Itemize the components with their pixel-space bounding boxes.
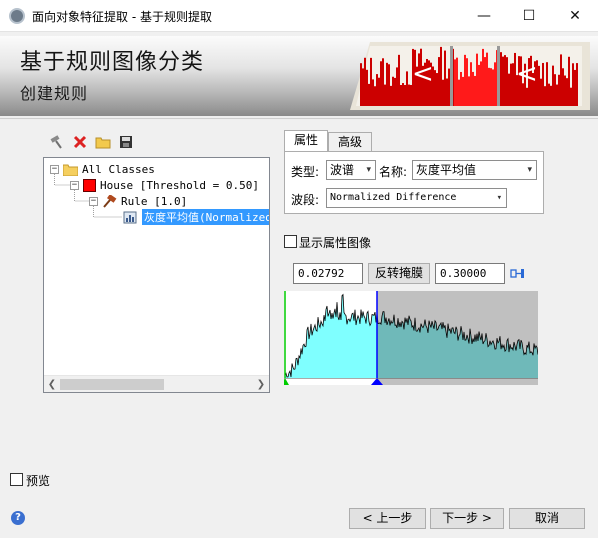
tree-horizontal-scrollbar[interactable]: ❮ ❯	[44, 375, 269, 392]
minimize-button[interactable]: —	[461, 0, 507, 31]
lock-range-icon[interactable]	[510, 266, 526, 282]
type-value: 波谱	[330, 163, 355, 177]
preview-checkbox[interactable]	[10, 473, 23, 486]
scroll-left-icon[interactable]: ❮	[44, 376, 60, 392]
preview-label: 预览	[26, 474, 51, 488]
banner-subtitle: 创建规则	[20, 84, 89, 103]
tree-connector-lines	[54, 174, 122, 218]
maximize-button[interactable]: ☐	[506, 0, 552, 31]
property-tabs: 属性 高级	[284, 130, 373, 152]
banner-divider	[0, 118, 598, 119]
wizard-banner: 基于规则图像分类 创建规则 < <	[0, 36, 598, 116]
app-icon	[9, 8, 25, 24]
minimize-icon: —	[477, 7, 491, 24]
band-value: Normalized Difference	[330, 192, 457, 203]
name-value: 灰度平均值	[416, 163, 477, 177]
class-tree[interactable]: − All Classes − House [Threshold = 0.50]…	[43, 157, 270, 393]
dropdown-caret-icon: ▾	[366, 165, 371, 175]
banner-title: 基于规则图像分类	[20, 50, 205, 75]
next-button[interactable]: 下一步 >	[430, 508, 504, 529]
type-label: 类型:	[291, 165, 320, 179]
open-folder-icon	[95, 137, 111, 149]
back-button[interactable]: < 上一步	[349, 508, 426, 529]
delete-button[interactable]	[71, 133, 89, 151]
scrollbar-thumb[interactable]	[60, 379, 164, 390]
close-icon: ✕	[569, 7, 581, 24]
rule-toolbar	[48, 133, 135, 151]
save-button[interactable]	[117, 133, 135, 151]
delete-icon	[73, 135, 87, 149]
help-icon[interactable]: ?	[11, 511, 25, 525]
dropdown-caret-icon: ▾	[527, 165, 532, 175]
properties-panel: 类型: 波谱 ▾ 名称: 灰度平均值 ▾ 波段: Normalized Diff…	[284, 151, 544, 214]
attribute-histogram[interactable]	[284, 291, 538, 385]
banner-histogram-graphic: < <	[350, 42, 590, 110]
cancel-button[interactable]: 取消	[509, 508, 585, 529]
band-label: 波段:	[291, 193, 320, 207]
window-title: 面向对象特征提取 - 基于规则提取	[32, 10, 212, 24]
open-button[interactable]	[94, 133, 112, 151]
svg-text:<: <	[516, 59, 538, 89]
title-bar: 面向对象特征提取 - 基于规则提取 — ☐ ✕	[0, 0, 598, 32]
svg-text:<: <	[412, 59, 434, 89]
save-icon	[120, 136, 132, 148]
scroll-right-icon[interactable]: ❯	[253, 376, 269, 392]
band-dropdown[interactable]: Normalized Difference ▾	[326, 188, 507, 208]
close-button[interactable]: ✕	[552, 0, 598, 31]
show-attribute-image-checkbox[interactable]	[284, 235, 297, 248]
name-dropdown[interactable]: 灰度平均值 ▾	[412, 160, 537, 180]
add-rule-icon	[50, 135, 62, 149]
invert-mask-button[interactable]: 反转掩膜	[368, 263, 430, 284]
name-label: 名称:	[379, 165, 408, 179]
tab-advanced[interactable]: 高级	[328, 132, 373, 152]
min-value-input[interactable]: 0.02792	[293, 263, 363, 284]
show-attribute-image-label: 显示属性图像	[299, 236, 372, 250]
dropdown-caret-icon: ▾	[496, 193, 502, 203]
add-rule-button[interactable]	[48, 133, 66, 151]
type-dropdown[interactable]: 波谱 ▾	[326, 160, 376, 180]
tab-properties[interactable]: 属性	[284, 130, 329, 152]
max-value-input[interactable]: 0.30000	[435, 263, 505, 284]
maximize-icon: ☐	[522, 7, 536, 24]
